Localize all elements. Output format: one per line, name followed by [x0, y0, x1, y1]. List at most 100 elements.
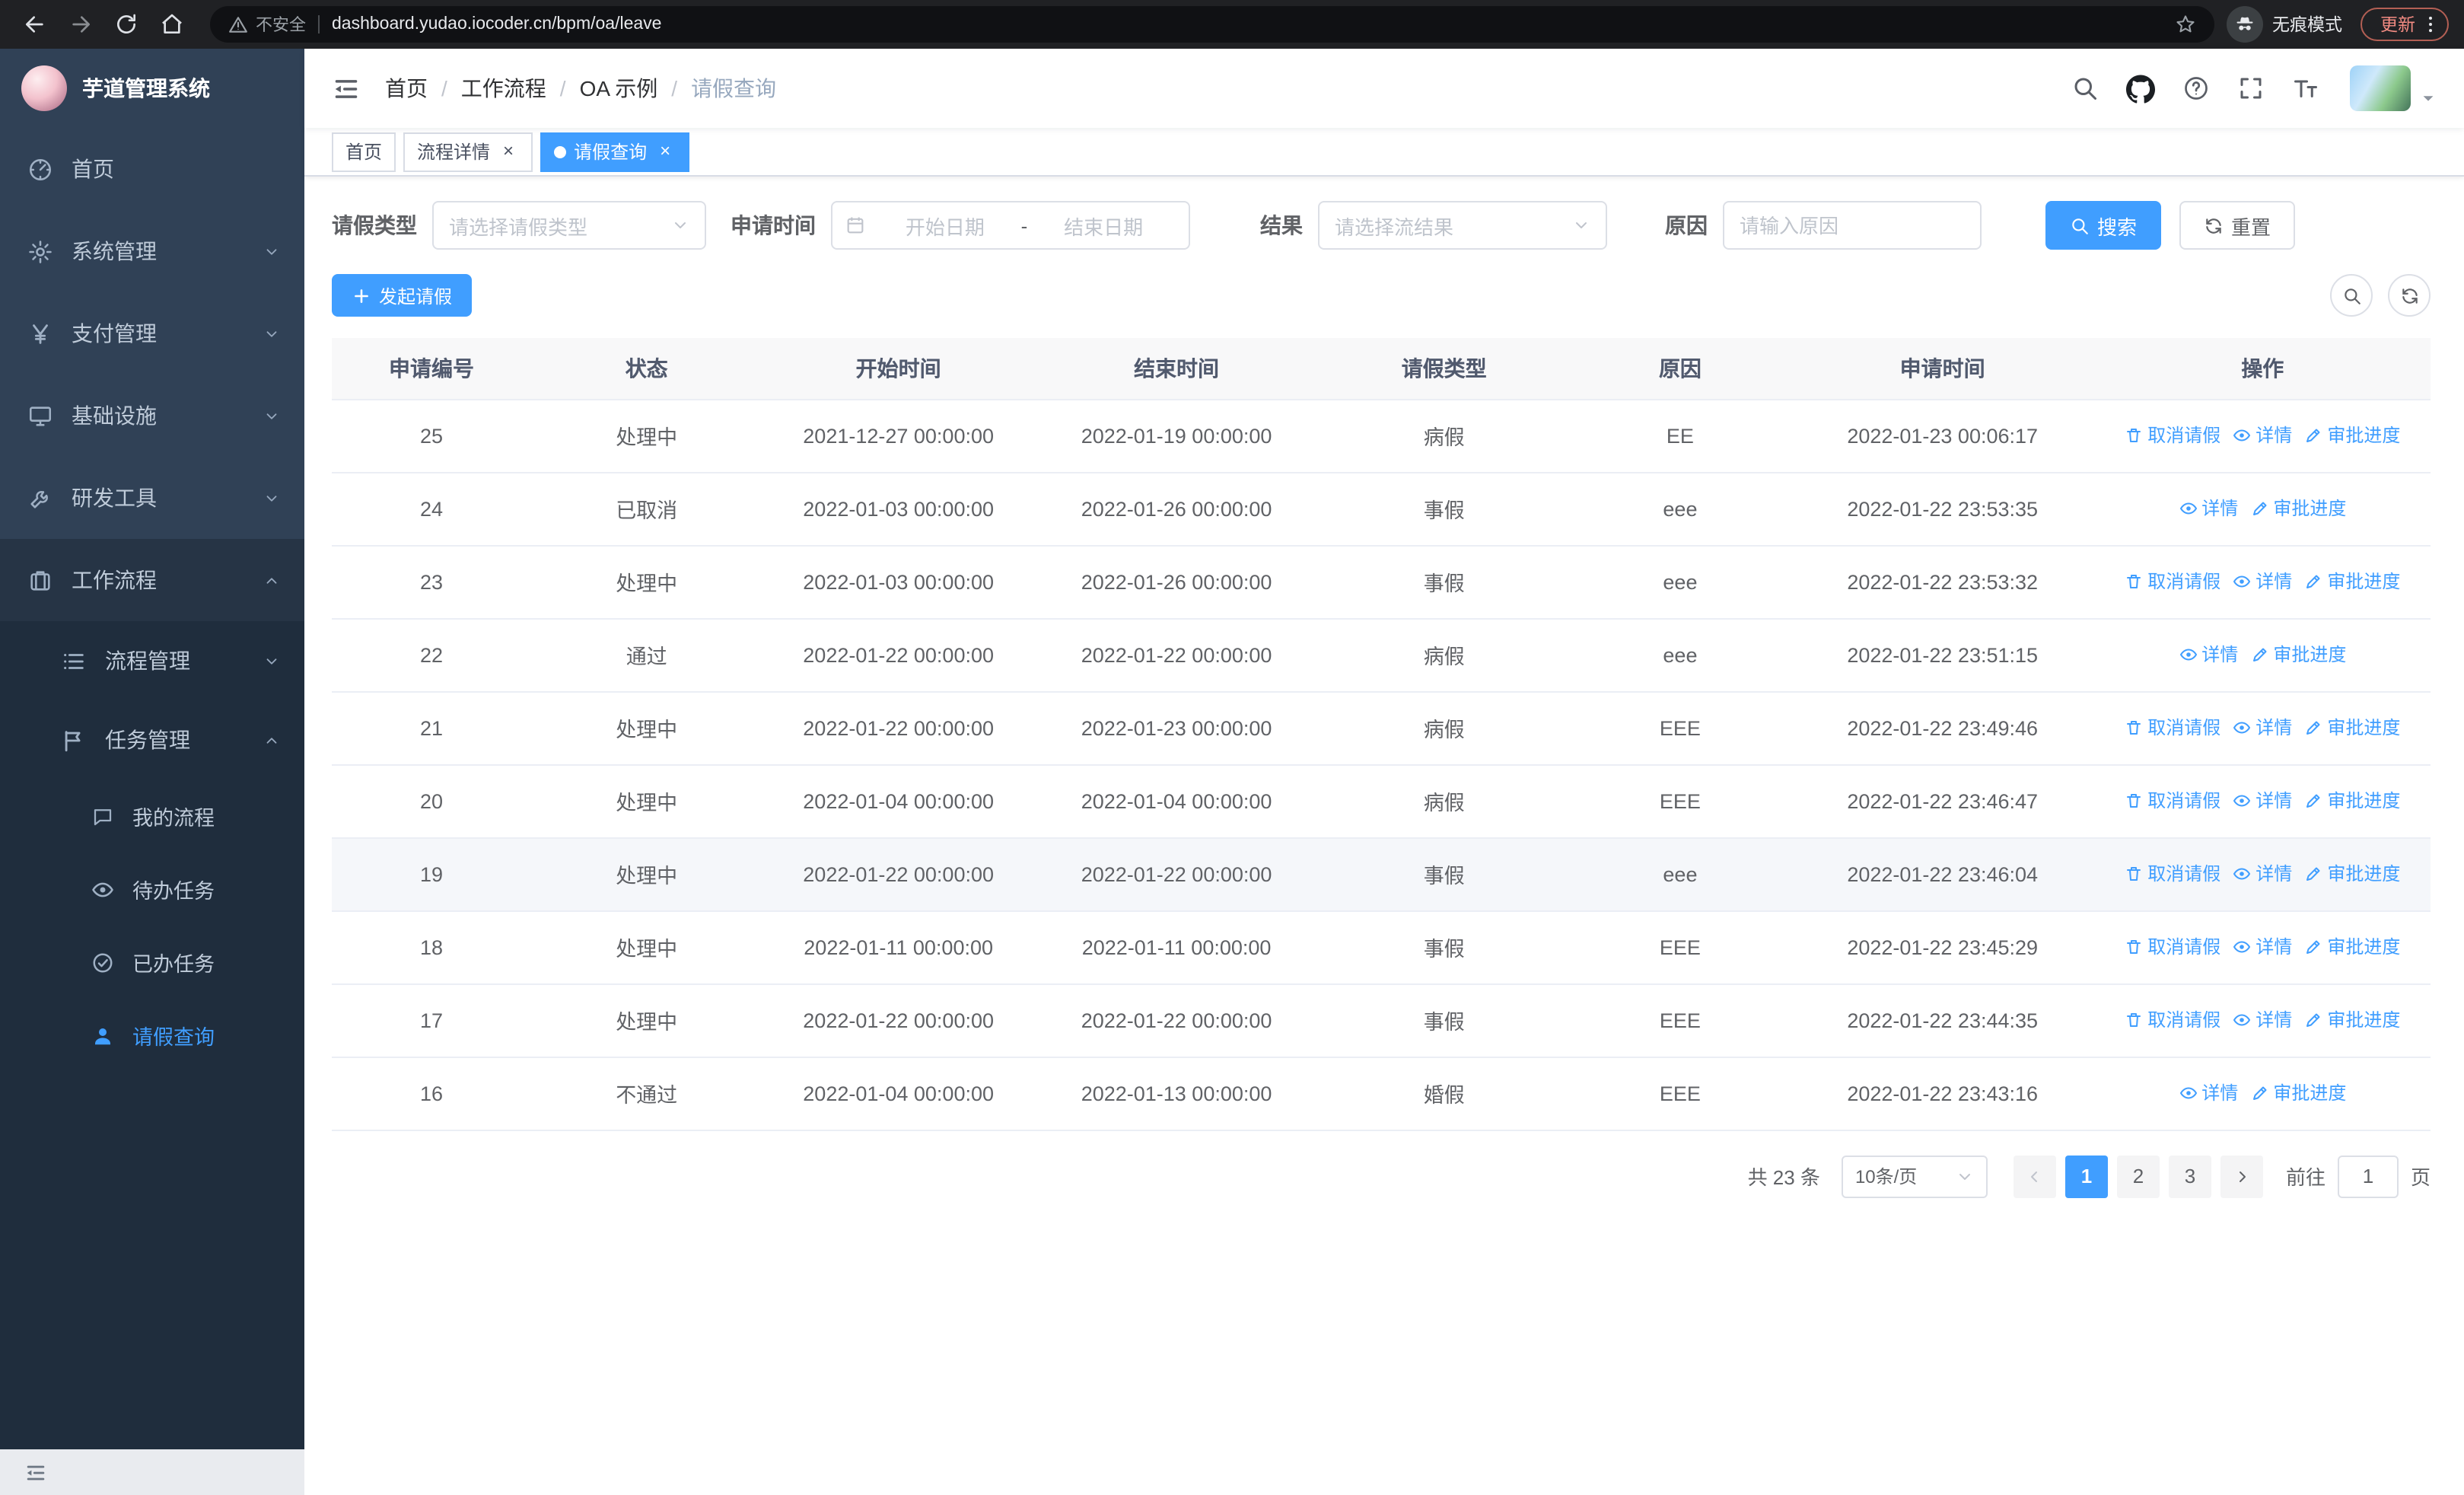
- approval-progress-link[interactable]: 审批进度: [2304, 861, 2400, 887]
- approval-progress-link[interactable]: 审批进度: [2304, 788, 2400, 814]
- refresh-table-button[interactable]: [2388, 274, 2431, 317]
- search-button[interactable]: 搜索: [2045, 201, 2162, 250]
- help-icon[interactable]: [2182, 75, 2210, 102]
- cancel-leave-link[interactable]: 取消请假: [2125, 934, 2220, 960]
- breadcrumb-item[interactable]: 首页: [385, 73, 428, 104]
- result-select[interactable]: 请选择流结果: [1318, 201, 1607, 250]
- sidebar-item-done-tasks[interactable]: 已办任务: [0, 926, 304, 999]
- approval-progress-link[interactable]: 审批进度: [2250, 496, 2346, 521]
- eye-icon: [2179, 499, 2197, 518]
- approval-progress-link[interactable]: 审批进度: [2304, 422, 2400, 448]
- bookmark-star-icon[interactable]: [2175, 14, 2196, 35]
- fullscreen-icon[interactable]: [2237, 75, 2265, 102]
- goto-page-input[interactable]: [2337, 1155, 2399, 1197]
- sidebar: 芋道管理系统 首页 系统管理 支付管理 基础设施 研发工具 工作流程 流程管理 任务管理 我的流…: [0, 49, 304, 1495]
- breadcrumb-item[interactable]: OA 示例: [580, 73, 658, 104]
- reset-button[interactable]: 重置: [2179, 201, 2296, 250]
- create-leave-button[interactable]: 发起请假: [332, 274, 473, 317]
- search-icon[interactable]: [2071, 75, 2099, 102]
- sidebar-item-leave-query[interactable]: 请假查询: [0, 999, 304, 1072]
- browser-back-icon[interactable]: [15, 5, 55, 44]
- close-icon[interactable]: ×: [654, 140, 676, 162]
- eye-icon: [2179, 1084, 2197, 1102]
- browser-forward-icon[interactable]: [61, 5, 100, 44]
- tab-label: 首页: [345, 142, 383, 163]
- action-label: 审批进度: [2327, 717, 2401, 739]
- browser-reload-icon[interactable]: [107, 5, 146, 44]
- tab-leave-query[interactable]: 请假查询 ×: [540, 132, 690, 171]
- next-page-button[interactable]: [2220, 1155, 2263, 1197]
- apply-time-range-picker[interactable]: 开始日期 - 结束日期: [831, 201, 1190, 250]
- tab-home[interactable]: 首页: [332, 132, 396, 171]
- github-icon[interactable]: [2126, 74, 2155, 103]
- detail-link[interactable]: 详情: [2179, 496, 2238, 521]
- cell-apply_time: 2022-01-22 23:43:16: [1790, 1057, 2095, 1130]
- action-label: 详情: [2255, 863, 2293, 885]
- toggle-search-button[interactable]: [2330, 274, 2373, 317]
- cancel-leave-link[interactable]: 取消请假: [2125, 569, 2220, 594]
- sidebar-item-workflow[interactable]: 工作流程: [0, 539, 304, 621]
- cell-actions: 取消请假 详情 审批进度: [2094, 545, 2431, 619]
- sidebar-item-devtools[interactable]: 研发工具: [0, 457, 304, 539]
- detail-link[interactable]: 详情: [2233, 788, 2292, 814]
- incognito-icon: [2234, 14, 2255, 35]
- detail-link[interactable]: 详情: [2233, 934, 2292, 960]
- page-button-3[interactable]: 3: [2168, 1155, 2211, 1197]
- refresh-icon: [2399, 285, 2419, 305]
- close-icon[interactable]: ×: [498, 140, 519, 162]
- approval-progress-link[interactable]: 审批进度: [2250, 1080, 2346, 1106]
- address-bar[interactable]: 不安全 dashboard.yudao.iocoder.cn/bpm/oa/le…: [210, 6, 2214, 43]
- cancel-leave-link[interactable]: 取消请假: [2125, 1007, 2220, 1033]
- sidebar-item-home[interactable]: 首页: [0, 128, 304, 210]
- hamburger-toggle-icon[interactable]: [332, 74, 361, 103]
- app-logo[interactable]: 芋道管理系统: [0, 49, 304, 128]
- cancel-leave-link[interactable]: 取消请假: [2125, 861, 2220, 887]
- browser-home-icon[interactable]: [152, 5, 192, 44]
- not-secure-warning-icon[interactable]: [228, 14, 248, 34]
- font-size-icon[interactable]: [2292, 75, 2319, 102]
- infra-icon: [27, 403, 53, 429]
- approval-progress-link[interactable]: 审批进度: [2250, 642, 2346, 668]
- approval-progress-link[interactable]: 审批进度: [2304, 1007, 2400, 1033]
- detail-link[interactable]: 详情: [2233, 715, 2292, 741]
- sidebar-item-process-management[interactable]: 流程管理: [0, 621, 304, 700]
- cancel-leave-link[interactable]: 取消请假: [2125, 422, 2220, 448]
- page-button-1[interactable]: 1: [2064, 1155, 2108, 1197]
- prev-page-button[interactable]: [2013, 1155, 2056, 1197]
- detail-link[interactable]: 详情: [2233, 422, 2292, 448]
- tab-process-detail[interactable]: 流程详情 ×: [403, 132, 533, 171]
- cell-type: 病假: [1318, 764, 1571, 838]
- approval-progress-link[interactable]: 审批进度: [2304, 934, 2400, 960]
- reason-input[interactable]: [1723, 201, 1982, 250]
- sidebar-item-task-management[interactable]: 任务管理: [0, 700, 304, 779]
- user-avatar[interactable]: [2350, 65, 2411, 111]
- sidebar-item-system[interactable]: 系统管理: [0, 210, 304, 292]
- browser-update-button[interactable]: 更新: [2361, 8, 2449, 41]
- breadcrumb-item[interactable]: 工作流程: [461, 73, 546, 104]
- toolbar-right: [2315, 274, 2431, 317]
- sidebar-item-payment[interactable]: 支付管理: [0, 292, 304, 375]
- sidebar-item-todo-tasks[interactable]: 待办任务: [0, 853, 304, 926]
- sidebar-item-infrastructure[interactable]: 基础设施: [0, 375, 304, 457]
- detail-link[interactable]: 详情: [2233, 861, 2292, 887]
- column-header: 结束时间: [1034, 338, 1319, 400]
- caret-down-icon[interactable]: [2420, 89, 2437, 106]
- detail-link[interactable]: 详情: [2233, 569, 2292, 594]
- sidebar-collapse-button[interactable]: [0, 1449, 304, 1495]
- approval-progress-link[interactable]: 审批进度: [2304, 715, 2400, 741]
- detail-link[interactable]: 详情: [2179, 1080, 2238, 1106]
- cancel-leave-link[interactable]: 取消请假: [2125, 715, 2220, 741]
- sidebar-item-label: 待办任务: [132, 880, 215, 903]
- action-label: 审批进度: [2273, 498, 2347, 520]
- browser-menu-icon[interactable]: [2420, 14, 2441, 35]
- column-header: 申请时间: [1790, 338, 2095, 400]
- detail-link[interactable]: 详情: [2233, 1007, 2292, 1033]
- sidebar-item-label: 已办任务: [132, 953, 215, 976]
- detail-link[interactable]: 详情: [2179, 642, 2238, 668]
- page-size-select[interactable]: 10条/页: [1841, 1155, 1988, 1197]
- sidebar-item-my-process[interactable]: 我的流程: [0, 779, 304, 853]
- leave-type-select[interactable]: 请选择请假类型: [432, 201, 706, 250]
- page-button-2[interactable]: 2: [2116, 1155, 2160, 1197]
- approval-progress-link[interactable]: 审批进度: [2304, 569, 2400, 594]
- cancel-leave-link[interactable]: 取消请假: [2125, 788, 2220, 814]
